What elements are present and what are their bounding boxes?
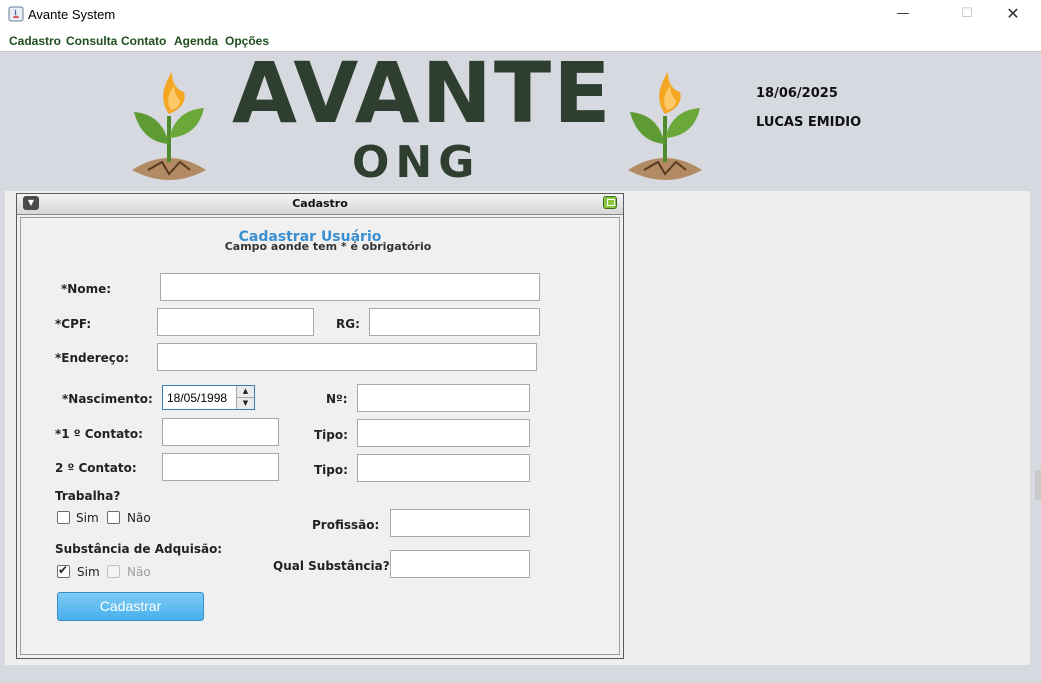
window-title: Avante System <box>28 7 116 22</box>
sprout-flame-icon-left <box>132 72 206 180</box>
form-subtitle: Campo aonde tem * é obrigatório <box>224 240 432 253</box>
sprout-flame-icon-right <box>628 72 702 180</box>
nome-input[interactable] <box>160 273 540 301</box>
frame-maximize-icon[interactable] <box>603 196 617 209</box>
qual-substancia-label: Qual Substância? <box>273 559 390 573</box>
tipo2-input[interactable] <box>357 454 530 482</box>
contato2-input[interactable] <box>162 453 279 481</box>
substancia-sim-label[interactable]: Sim <box>77 565 100 579</box>
tipo1-label: Tipo: <box>314 428 348 442</box>
frame-title-bar[interactable]: ▼ Cadastro <box>17 194 623 215</box>
tipo2-label: Tipo: <box>314 463 348 477</box>
nascimento-value[interactable]: 18/05/1998 <box>167 391 227 405</box>
cadastrar-button[interactable]: Cadastrar <box>57 592 204 621</box>
contato1-label: *1 º Contato: <box>55 427 143 441</box>
profissao-label: Profissão: <box>312 518 380 532</box>
cadastro-internal-frame: ▼ Cadastro <box>16 193 624 659</box>
trabalha-nao-label[interactable]: Não <box>127 511 151 525</box>
rg-input[interactable] <box>369 308 540 336</box>
trabalha-sim-checkbox[interactable] <box>57 511 70 524</box>
rg-label: RG: <box>336 317 360 331</box>
profissao-input[interactable] <box>390 509 530 537</box>
numero-input[interactable] <box>357 384 530 412</box>
logged-user-name: LUCAS EMIDIO <box>756 115 862 130</box>
numero-label: Nº: <box>326 392 348 406</box>
spinner-down-icon[interactable]: ▼ <box>237 398 254 409</box>
maximize-button[interactable]: ☐ <box>944 0 990 30</box>
nascimento-label: *Nascimento: <box>62 392 153 406</box>
cpf-label: *CPF: <box>55 317 92 331</box>
spinner-buttons: ▲ ▼ <box>236 386 254 409</box>
menu-consulta[interactable]: Consulta <box>66 34 117 48</box>
contato1-input[interactable] <box>162 418 279 446</box>
menu-cadastro[interactable]: Cadastro <box>9 34 61 48</box>
frame-title: Cadastro <box>292 197 348 210</box>
spinner-up-icon[interactable]: ▲ <box>237 386 254 398</box>
java-app-icon <box>8 6 24 22</box>
logo-text: AVANTE <box>232 44 613 142</box>
endereco-label: *Endereço: <box>55 351 129 365</box>
menu-agenda[interactable]: Agenda <box>174 34 218 48</box>
trabalha-nao-checkbox[interactable] <box>107 511 120 524</box>
substancia-nao-label: Não <box>127 565 151 579</box>
endereco-input[interactable] <box>157 343 537 371</box>
trabalha-label: Trabalha? <box>55 489 121 503</box>
close-button[interactable]: ✕ <box>990 0 1036 30</box>
substancia-nao-checkbox <box>107 565 120 578</box>
menu-contato[interactable]: Contato <box>121 34 166 48</box>
current-date: 18/06/2025 <box>756 86 838 101</box>
window-edge-scrollbar <box>1035 470 1041 500</box>
minimize-button[interactable]: — <box>880 0 926 30</box>
trabalha-sim-label[interactable]: Sim <box>76 511 99 525</box>
nascimento-date-spinner[interactable]: 18/05/1998 ▲ ▼ <box>162 385 255 410</box>
cpf-input[interactable] <box>157 308 314 336</box>
window-title-bar: Avante System — ☐ ✕ <box>0 0 1041 30</box>
contato2-label: 2 º Contato: <box>55 461 137 475</box>
substancia-label: Substância de Adquisão: <box>55 542 223 556</box>
logo-subtext: ONG <box>352 137 481 188</box>
substancia-sim-checkbox[interactable] <box>57 563 70 578</box>
nome-label: *Nome: <box>61 282 112 296</box>
tipo1-input[interactable] <box>357 419 530 447</box>
qual-substancia-input[interactable] <box>390 550 530 578</box>
